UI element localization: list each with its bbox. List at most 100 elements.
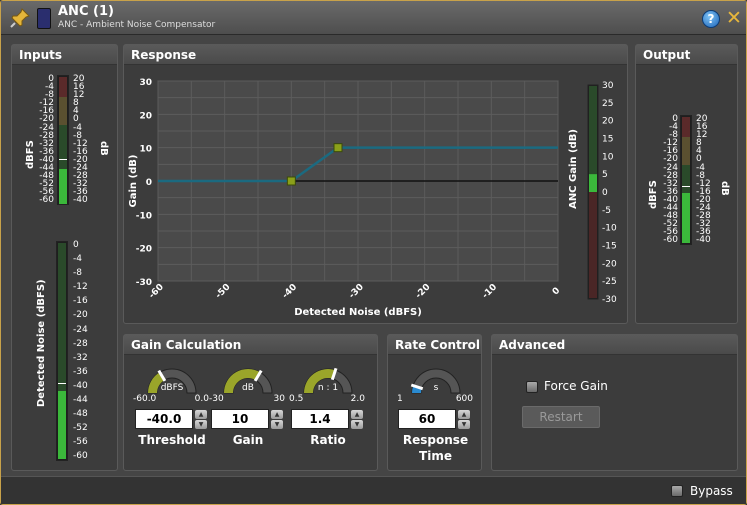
knob-label: Gain [232,433,264,447]
anc-gain-tick: 30 [602,81,614,91]
anc-gain-lower [589,186,597,298]
inputs-title: Inputs [12,45,117,65]
response-time-label: Response [402,433,469,447]
value-stepper[interactable]: ▲ ▼ [458,409,470,429]
close-icon[interactable]: ✕ [724,8,744,28]
window-title: ANC (1) [58,4,114,19]
y-tick-label: 10 [139,145,152,155]
knob-min: 0.5 [289,394,304,404]
value-stepper[interactable]: ▲ ▼ [351,409,363,429]
response-chart[interactable]: 3020100-10-20-30-60 -50 -40 -30 -20 -10 0Detec… [124,65,627,323]
knob-max: 30 [273,394,285,404]
x-tick-label: -10 [481,282,500,301]
knob-max: 600 [455,394,473,404]
gain-calculation-title: Gain Calculation [124,335,377,355]
rate-control-panel: Rate Control s 1 600 60 ▲ ▼ Response Time [387,334,482,471]
anc-gain-tick: -15 [602,242,617,252]
x-axis-label: Detected Noise (dBFS) [294,307,422,318]
y-tick-label: 30 [139,78,152,88]
curve-handle[interactable] [286,176,296,186]
knob-label: Threshold [138,433,206,447]
pin-icon[interactable] [9,7,31,29]
anc-gain-upper [589,86,597,186]
output-title: Output [636,45,737,65]
output-dbfs-label: dBFS [648,180,659,209]
input-db-label: dB [98,141,109,156]
anc-gain-level [589,174,597,192]
knob-value-field[interactable]: 10 [211,409,269,429]
y-tick-label: 0 [146,178,152,188]
scale-tick: -60 [39,195,54,206]
knob-min: -30 [209,394,224,404]
knob-unit: n : 1 [317,383,339,393]
knob-max: 2.0 [350,394,365,404]
output-scale-left: 0 -4 -8 -12 -16 -20 -24 -28 -32 -36 -40 -44 -48 -52 -5… [662,114,678,246]
scale-tick: 0 [73,240,79,250]
status-bar: Bypass [1,476,746,504]
output-level-meter [680,115,692,245]
anc-gain-tick: 20 [602,117,614,127]
anc-gain-tick: -5 [602,206,611,216]
knob-value-field[interactable]: 1.4 [291,409,349,429]
scale-tick: -48 [73,409,88,420]
scale-tick: -36 [73,366,88,377]
scale-tick: -60 [73,451,88,462]
response-time-field[interactable]: 60 [398,409,456,429]
scale-tick: -40 [73,380,88,391]
input-dbfs-label: dBFS [25,140,36,169]
response-panel: Response 30 20 10 0 -10 -20 -30 -60 -50 -40 -30 -20… [123,44,628,324]
force-gain-checkbox[interactable] [526,381,538,393]
x-tick-label: -50 [214,282,233,301]
anc-gain-tick: 15 [602,135,613,145]
rate-control-title: Rate Control [388,335,481,355]
restart-button[interactable]: Restart [522,406,600,428]
advanced-panel: Advanced Force Gain Restart [491,334,738,471]
anc-gain-tick: -10 [602,224,617,234]
response-title: Response [124,45,627,65]
scale-tick: -56 [73,437,88,448]
anc-gain-tick: -30 [602,295,617,305]
x-tick-label: -30 [347,282,366,301]
scale-tick: -40 [696,235,711,246]
window-subtitle: ANC - Ambient Noise Compensator [58,20,216,30]
y-tick-label: -20 [136,245,152,255]
x-tick-label: -40 [281,282,300,301]
output-panel: Output 0 -4 -8 -12 -16 -20 -24 -28 -32 -36 -40 -44-… [635,44,738,324]
input-scale-left: 0 -4 -8 -12 -16 -20 -24 -28 -32 -36 -40 -44 -48 -52 -5… [38,74,54,206]
anc-gain-tick: 10 [602,152,614,162]
scale-tick: -16 [73,296,88,307]
force-gain-label: Force Gain [544,379,608,393]
scale-tick: -4 [73,254,82,265]
knob-label: Ratio [310,433,346,447]
anc-gain-tick: -20 [602,259,617,269]
scale-tick: -44 [73,395,88,406]
curve-handle[interactable] [333,143,343,153]
scale-tick: -60 [663,235,678,246]
scale-tick: -40 [73,195,88,206]
scale-tick: -52 [73,423,88,434]
anc-gain-tick: 25 [602,99,613,109]
anc-window: ANC (1) ANC - Ambient Noise Compensator … [0,0,747,505]
value-stepper[interactable]: ▲ ▼ [195,409,207,429]
gain-calculation-panel: Gain Calculation dBFS -60.0 0.0 -40.0 ▲ ▼ Thre… [123,334,378,471]
knob-min: -60.0 [133,394,157,404]
knob-unit: s [433,383,439,393]
y-tick-label: -10 [136,211,152,221]
output-scale-right: 20 16 12 8 4 0 -4 -8 -12 -16 -20 -24 -28 -32 -36 -40 [696,114,714,246]
detected-noise-label: Detected Noise (dBFS) [36,279,47,407]
inputs-panel: Inputs 0 -4 -8 -12 -16 -20 -24 -28 -32 -36 -40 -44 -… [11,44,118,471]
noise-scale: 0 -4 -8 -12 -16 -20 -24 -28 -32 -36 -40 -44 -48 -52 -5… [73,240,93,467]
advanced-title: Advanced [492,335,737,355]
anc-gain-tick: 0 [602,188,608,198]
anc-gain-tick: -25 [602,277,617,287]
detected-noise-meter [56,241,68,461]
help-icon[interactable]: ? [702,10,720,28]
knob-max: 0.0 [194,394,209,404]
anc-gain-label: ANC Gain (dB) [568,129,579,209]
bypass-checkbox[interactable] [671,485,683,497]
value-stepper[interactable]: ▲ ▼ [271,409,283,429]
input-level-meter [57,75,69,205]
knob-value-field[interactable]: -40.0 [135,409,193,429]
knob-min: 1 [397,394,403,404]
x-tick-label: 0 [551,286,563,298]
